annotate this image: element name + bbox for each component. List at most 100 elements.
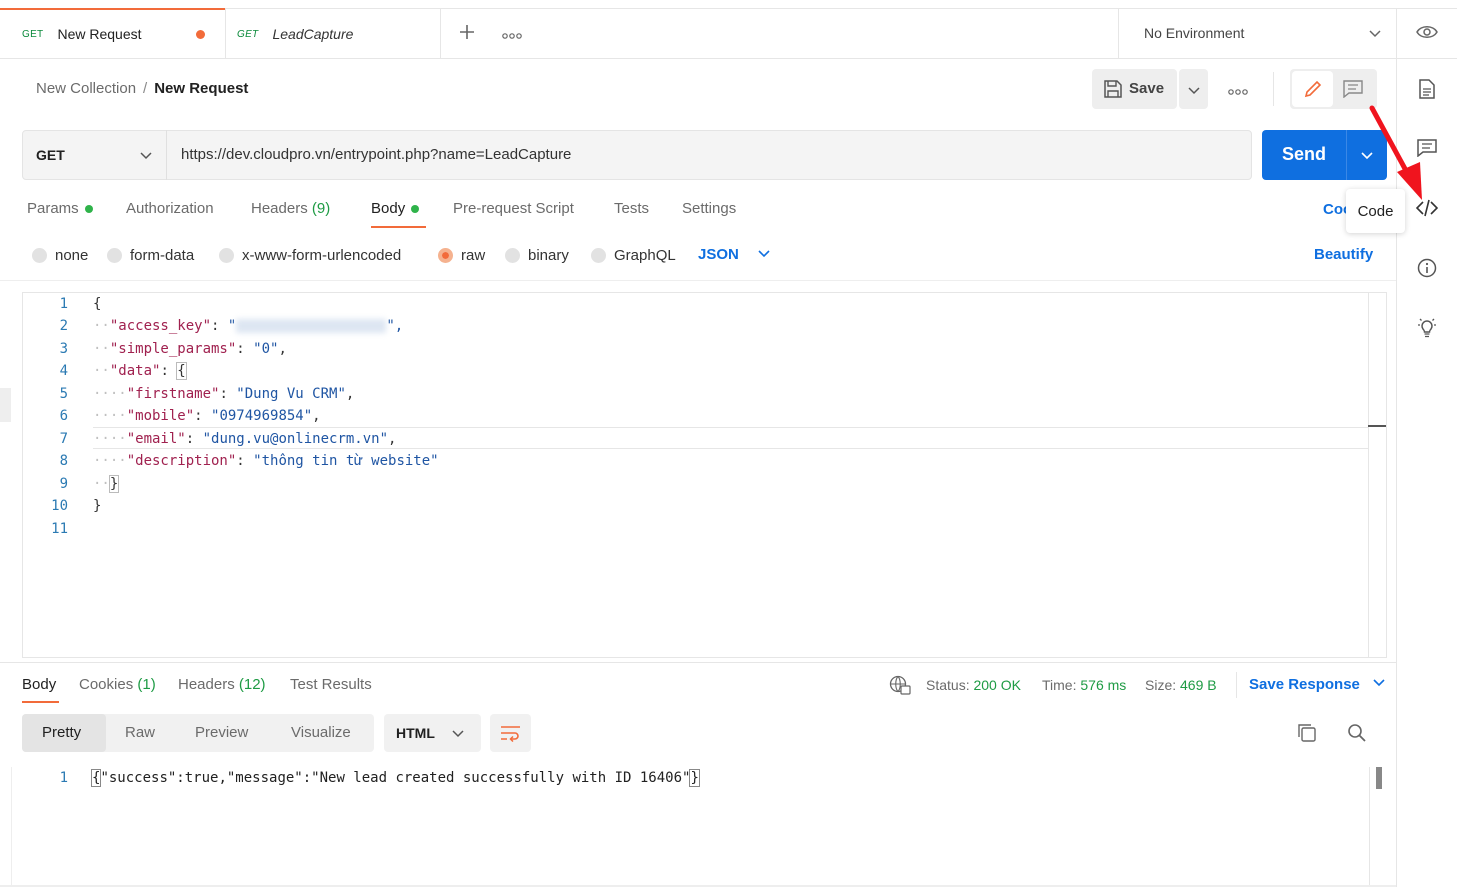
status-value: 200 OK [973,677,1021,693]
code-line: ··"data": { [93,362,187,380]
eye-icon[interactable] [1416,23,1438,44]
line-number: 7 [59,431,68,447]
tab-pre-request-script[interactable]: Pre-request Script [453,200,574,217]
editor-scrollbar-track[interactable] [1368,293,1369,657]
breadcrumb-separator: / [143,80,148,97]
code-line: } [93,498,102,514]
radio-form-data[interactable]: form-data [107,247,194,264]
radio-label: none [55,247,89,264]
beautify-link[interactable]: Beautify [1314,246,1373,263]
body-format-select[interactable]: JSON [698,246,770,263]
view-mode-raw[interactable]: Raw [125,724,155,741]
line-number: 9 [59,476,68,492]
tab-settings[interactable]: Settings [682,200,736,217]
tab-method: GET [237,28,259,40]
response-tab-cookies[interactable]: Cookies (1) [79,676,156,693]
radio-label: raw [461,247,486,264]
left-edge-handle[interactable] [0,388,11,422]
unsaved-dot-icon [195,29,205,39]
edit-mode-button[interactable] [1292,71,1333,107]
line-number: 5 [59,386,68,402]
save-dropdown-button[interactable] [1179,69,1208,109]
tab-tests[interactable]: Tests [614,200,649,217]
lightbulb-icon[interactable] [1410,311,1444,345]
radio-binary[interactable]: binary [505,247,569,264]
method-select[interactable]: GET [22,130,167,180]
method-label: GET [36,147,65,163]
radio-label: x-www-form-urlencoded [242,247,402,264]
chevron-down-icon [1373,679,1385,687]
chevron-down-icon [758,250,770,258]
copy-icon[interactable] [1297,723,1317,746]
radio-raw[interactable]: raw [438,247,485,264]
response-tab-headers-label: Headers [178,676,235,693]
response-tab-cookies-label: Cookies [79,676,134,693]
url-input[interactable]: https://dev.cloudpro.vn/entrypoint.php?n… [181,146,571,163]
response-line-number: 1 [59,770,68,786]
line-number: 10 [51,498,68,514]
tab-headers[interactable]: Headers (9) [251,200,330,217]
redacted-access-key [236,319,387,333]
env-right-divider [1396,9,1397,59]
active-tab-underline [371,226,426,228]
more-options-icon[interactable] [1228,84,1248,100]
time-label: Time: [1042,677,1077,693]
line-number: 8 [59,453,68,469]
headers-count-badge: (9) [311,200,331,217]
response-scrollbar-track[interactable] [1369,767,1370,885]
breadcrumb-request[interactable]: New Request [154,80,248,97]
response-body-text[interactable]: {"success":true,"message":"New lead crea… [90,769,700,787]
response-format-select[interactable]: HTML [384,714,481,752]
radio-circle [32,248,47,263]
line-number: 3 [59,341,68,357]
view-mode-preview[interactable]: Preview [195,724,248,741]
body-format-label: JSON [698,246,739,263]
code-line: { [93,296,102,312]
tab-authorization[interactable]: Authorization [126,200,214,217]
search-icon[interactable] [1347,723,1367,746]
postman-window: { "tabs": [ {"method": "GET", "title": "… [0,0,1457,887]
comment-mode-icon[interactable] [1343,80,1363,101]
line-number: 6 [59,408,68,424]
radio-none[interactable]: none [32,247,88,264]
response-scrollbar-thumb[interactable] [1376,767,1382,789]
left-gutter-line [11,767,12,887]
code-line: ··} [93,475,120,493]
tab-leadcapture[interactable]: GET LeadCapture [215,9,440,59]
response-tab-headers[interactable]: Headers (12) [178,676,266,693]
more-tabs-icon[interactable] [502,28,522,39]
response-status: Status: 200 OK [926,677,1021,693]
tab-params-label: Params [27,200,79,217]
radio-graphql[interactable]: GraphQL [591,247,676,264]
globe-network-icon[interactable] [889,675,911,698]
tab-new-request[interactable]: GET New Request [0,8,225,58]
tab-params[interactable]: Params [27,200,93,217]
line-number: 2 [59,318,68,334]
line-number: 4 [59,363,68,379]
send-label: Send [1282,144,1327,164]
info-icon[interactable] [1410,251,1444,285]
radio-label: binary [528,247,569,264]
save-label: Save [1129,80,1165,97]
save-response-label: Save Response [1249,676,1360,693]
tab-method: GET [22,28,44,40]
radio-circle [505,248,520,263]
save-button[interactable]: Save [1092,69,1177,109]
chevron-down-icon[interactable] [1368,26,1382,43]
save-response-button[interactable]: Save Response [1249,676,1385,693]
environment-select[interactable]: No Environment [1144,25,1244,41]
code-line: ··"simple_params": "0", [93,341,287,357]
radio-x-www-form-urlencoded[interactable]: x-www-form-urlencoded [219,247,401,264]
view-mode-pretty[interactable]: Pretty [42,724,81,741]
wrap-lines-button[interactable] [490,714,531,752]
status-dot-icon [411,205,420,214]
new-tab-plus-icon[interactable] [457,22,477,42]
chevron-down-icon [452,730,464,738]
status-dot-icon [84,205,93,214]
tab-body[interactable]: Body [371,200,420,217]
response-tab-body[interactable]: Body [22,676,56,693]
pencil-icon [1304,80,1322,98]
view-mode-visualize[interactable]: Visualize [291,724,351,741]
response-tab-test-results[interactable]: Test Results [290,676,372,693]
breadcrumb-collection[interactable]: New Collection [36,80,136,97]
